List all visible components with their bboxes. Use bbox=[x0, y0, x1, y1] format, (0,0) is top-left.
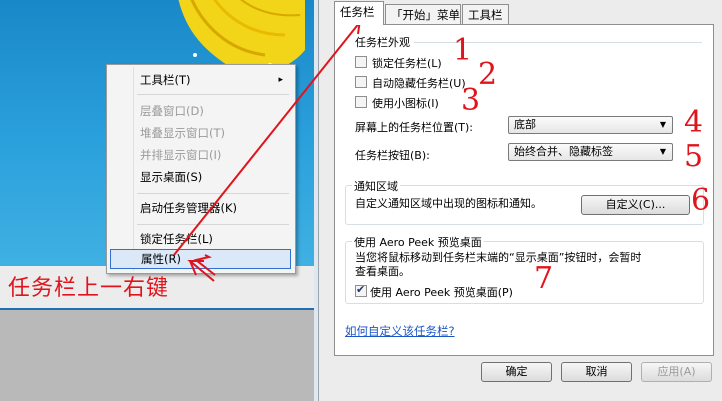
menu-item-label: 工具栏(T) bbox=[140, 73, 191, 87]
group-title-aero-peek: 使用 Aero Peek 预览桌面 bbox=[352, 234, 484, 250]
tab-toolbars[interactable]: 工具栏 bbox=[462, 4, 509, 24]
menu-item-task-manager[interactable]: 启动任务管理器(K) bbox=[110, 198, 291, 218]
menu-item-side-by-side[interactable]: 并排显示窗口(I) bbox=[110, 145, 291, 165]
menu-separator bbox=[137, 224, 289, 225]
menu-item-lock-taskbar[interactable]: 锁定任务栏(L) bbox=[110, 229, 291, 249]
group-title-notification: 通知区域 bbox=[352, 178, 400, 194]
taskbar-buttons-select[interactable]: 始终合并、隐藏标签 ▼ bbox=[508, 143, 673, 161]
small-icons-checkbox[interactable] bbox=[355, 96, 367, 108]
ok-button[interactable]: 确定 bbox=[481, 362, 552, 382]
aero-peek-checkbox[interactable] bbox=[355, 283, 367, 297]
cancel-button[interactable]: 取消 bbox=[561, 362, 632, 382]
location-select[interactable]: 底部 ▼ bbox=[508, 116, 673, 134]
annotation-number-1: 1 bbox=[453, 33, 473, 68]
menu-item-label: 层叠窗口(D) bbox=[140, 104, 204, 118]
group-title-appearance: 任务栏外观 bbox=[355, 36, 410, 49]
taskbar-buttons-value: 始终合并、隐藏标签 bbox=[514, 145, 613, 158]
lock-taskbar-label: 锁定任务栏(L) bbox=[372, 57, 442, 70]
taskbar-context-menu: 工具栏(T) ▸ 层叠窗口(D) 堆叠显示窗口(T) 并排显示窗口(I) 显示桌… bbox=[106, 64, 296, 274]
tab-label: 「开始」菜单 bbox=[391, 8, 460, 22]
aero-peek-description-line2: 查看桌面。 bbox=[355, 265, 410, 278]
customize-button-label: 自定义(C)... bbox=[605, 198, 666, 211]
menu-item-label: 显示桌面(S) bbox=[140, 170, 203, 184]
annotation-number-3: 3 bbox=[461, 83, 481, 118]
auto-hide-checkbox[interactable] bbox=[355, 76, 367, 88]
auto-hide-label: 自动隐藏任务栏(U) bbox=[372, 77, 466, 90]
annotation-caption: 任务栏上一右键 bbox=[8, 276, 170, 301]
menu-separator bbox=[137, 193, 289, 194]
tab-taskbar[interactable]: 任务栏 bbox=[334, 1, 384, 25]
annotation-number-4: 4 bbox=[684, 105, 704, 140]
menu-item-properties[interactable]: 属性(R) bbox=[110, 249, 291, 269]
apply-button-label: 应用(A) bbox=[657, 365, 696, 378]
annotation-number-5: 5 bbox=[684, 139, 704, 174]
cancel-button-label: 取消 bbox=[585, 365, 608, 378]
help-link[interactable]: 如何自定义该任务栏? bbox=[345, 323, 455, 339]
menu-item-label: 锁定任务栏(L) bbox=[140, 232, 213, 246]
menu-item-label: 属性(R) bbox=[141, 252, 181, 266]
taskbar-area[interactable] bbox=[0, 310, 314, 401]
menu-item-cascade-windows[interactable]: 层叠窗口(D) bbox=[110, 101, 291, 121]
location-value: 底部 bbox=[514, 118, 536, 131]
menu-item-label: 并排显示窗口(I) bbox=[140, 148, 222, 162]
apply-button[interactable]: 应用(A) bbox=[641, 362, 712, 382]
dropdown-arrow-icon: ▼ bbox=[659, 147, 666, 156]
tab-label: 任务栏 bbox=[340, 5, 375, 19]
annotation-number-2: 2 bbox=[478, 57, 498, 92]
annotation-number-6: 6 bbox=[691, 183, 711, 218]
aero-peek-checkbox-label: 使用 Aero Peek 预览桌面(P) bbox=[370, 286, 513, 299]
menu-item-show-desktop[interactable]: 显示桌面(S) bbox=[110, 167, 291, 187]
lock-taskbar-checkbox[interactable] bbox=[355, 56, 367, 68]
menu-item-label: 启动任务管理器(K) bbox=[140, 201, 238, 215]
customize-button[interactable]: 自定义(C)... bbox=[581, 195, 690, 215]
tab-start-menu[interactable]: 「开始」菜单 bbox=[385, 4, 461, 24]
dropdown-arrow-icon: ▼ bbox=[659, 120, 666, 129]
ok-button-label: 确定 bbox=[505, 365, 528, 378]
menu-item-label: 堆叠显示窗口(T) bbox=[140, 126, 225, 140]
tab-label: 工具栏 bbox=[468, 8, 503, 22]
taskbar-buttons-label: 任务栏按钮(B): bbox=[355, 149, 430, 162]
annotation-number-7: 7 bbox=[534, 261, 554, 296]
location-label: 屏幕上的任务栏位置(T): bbox=[355, 121, 474, 134]
small-icons-label: 使用小图标(I) bbox=[372, 97, 439, 110]
notification-description: 自定义通知区域中出现的图标和通知。 bbox=[355, 197, 542, 210]
menu-item-stack-windows[interactable]: 堆叠显示窗口(T) bbox=[110, 123, 291, 143]
submenu-arrow-icon: ▸ bbox=[278, 75, 283, 85]
menu-item-toolbars[interactable]: 工具栏(T) ▸ bbox=[110, 70, 291, 90]
menu-separator bbox=[137, 94, 289, 95]
